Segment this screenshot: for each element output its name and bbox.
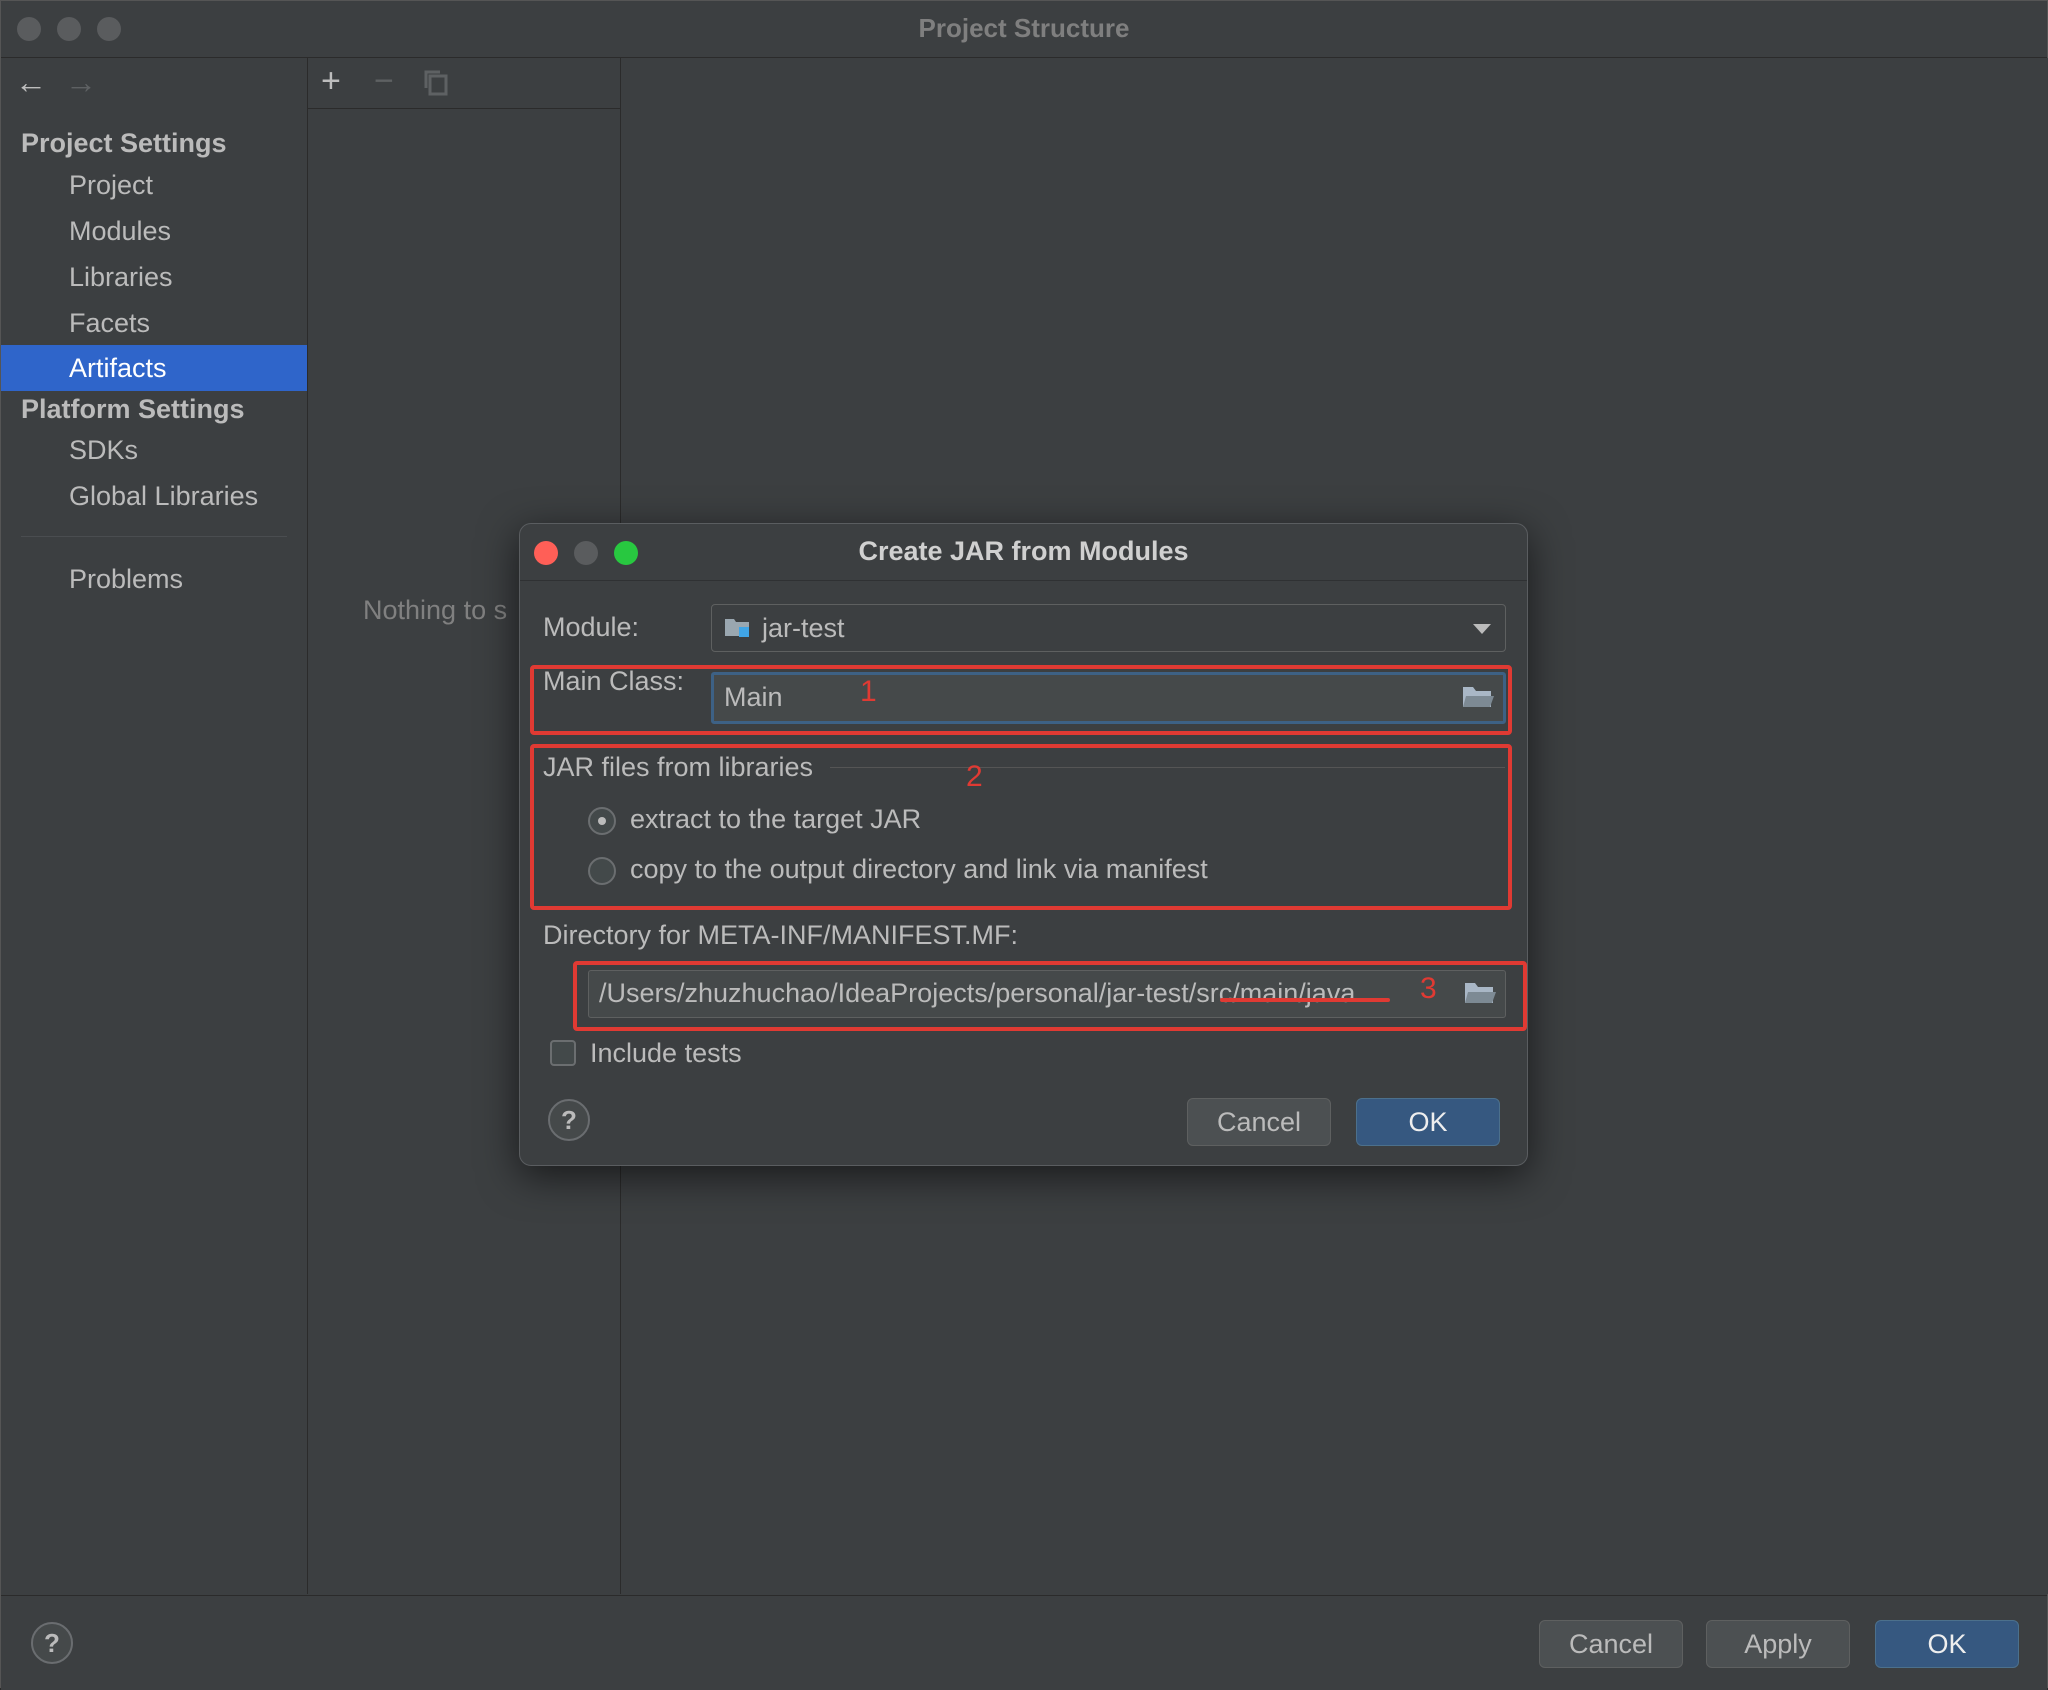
window-footer: ? Cancel Apply OK [1, 1595, 2047, 1690]
dialog-title: Create JAR from Modules [858, 536, 1189, 566]
main-class-input[interactable] [724, 679, 1443, 715]
module-folder-icon [725, 619, 749, 637]
sidebar-item-problems[interactable]: Problems [1, 556, 307, 602]
copy-radio[interactable] [588, 857, 616, 885]
extract-radio-label[interactable]: extract to the target JAR [630, 804, 921, 835]
module-value: jar-test [762, 613, 845, 643]
sidebar-item-modules[interactable]: Modules [1, 208, 307, 254]
ok-button[interactable]: OK [1875, 1620, 2019, 1668]
copy-icon[interactable] [422, 66, 450, 105]
cancel-button[interactable]: Cancel [1539, 1620, 1683, 1668]
sidebar-divider [21, 536, 287, 537]
annotation-number-2: 2 [966, 760, 983, 793]
copy-radio-label[interactable]: copy to the output directory and link vi… [630, 854, 1208, 885]
artifacts-toolbar: + − [308, 58, 620, 109]
project-settings-heading: Project Settings [21, 128, 227, 158]
dialog-help-button[interactable]: ? [548, 1099, 590, 1141]
dialog-titlebar: Create JAR from Modules [520, 524, 1527, 581]
group-separator [830, 767, 1505, 768]
platform-settings-heading: Platform Settings [21, 394, 245, 424]
sidebar-item-sdks[interactable]: SDKs [1, 427, 307, 473]
forward-arrow-icon[interactable]: → [65, 64, 115, 101]
sidebar-item-artifacts[interactable]: Artifacts [1, 345, 307, 391]
help-button[interactable]: ? [31, 1622, 73, 1664]
settings-sidebar: ← → Project Settings Project Modules Libr… [1, 58, 308, 1594]
annotation-number-1: 1 [860, 675, 877, 708]
browse-folder-icon[interactable] [1461, 683, 1495, 711]
project-structure-window: Project Structure ← → Project Settings Pr… [0, 0, 2048, 1690]
manifest-directory-label: Directory for META-INF/MANIFEST.MF: [543, 920, 1019, 950]
apply-button[interactable]: Apply [1706, 1620, 1850, 1668]
empty-state-text: Nothing to s [363, 595, 508, 625]
include-tests-checkbox[interactable] [550, 1040, 576, 1066]
module-label: Module: [543, 612, 640, 642]
main-class-field[interactable] [711, 672, 1506, 724]
manifest-directory-field[interactable] [588, 970, 1506, 1018]
annotation-strikethrough [1220, 998, 1390, 1002]
window-title: Project Structure [918, 13, 1130, 43]
back-arrow-icon[interactable]: ← [15, 64, 65, 101]
dialog-ok-button[interactable]: OK [1356, 1098, 1500, 1146]
chevron-down-icon [1473, 624, 1491, 634]
history-nav: ← → [15, 64, 115, 101]
sidebar-item-facets[interactable]: Facets [1, 300, 307, 346]
window-titlebar: Project Structure [1, 1, 2047, 58]
remove-icon[interactable]: − [374, 62, 394, 101]
browse-folder-icon[interactable] [1463, 979, 1497, 1007]
create-jar-dialog: Create JAR from Modules Module: jar-test… [519, 523, 1528, 1166]
extract-radio[interactable] [588, 807, 616, 835]
annotation-number-3: 3 [1420, 972, 1437, 1005]
include-tests-label[interactable]: Include tests [590, 1038, 742, 1069]
manifest-directory-input[interactable] [599, 975, 1399, 1011]
sidebar-item-project[interactable]: Project [1, 162, 307, 208]
add-icon[interactable]: + [321, 62, 341, 101]
main-class-label: Main Class: [543, 666, 685, 696]
sidebar-item-global-libraries[interactable]: Global Libraries [1, 473, 307, 519]
sidebar-item-libraries[interactable]: Libraries [1, 254, 307, 300]
module-select[interactable]: jar-test [711, 604, 1506, 652]
dialog-cancel-button[interactable]: Cancel [1187, 1098, 1331, 1146]
jar-files-group-label: JAR files from libraries [543, 752, 814, 782]
